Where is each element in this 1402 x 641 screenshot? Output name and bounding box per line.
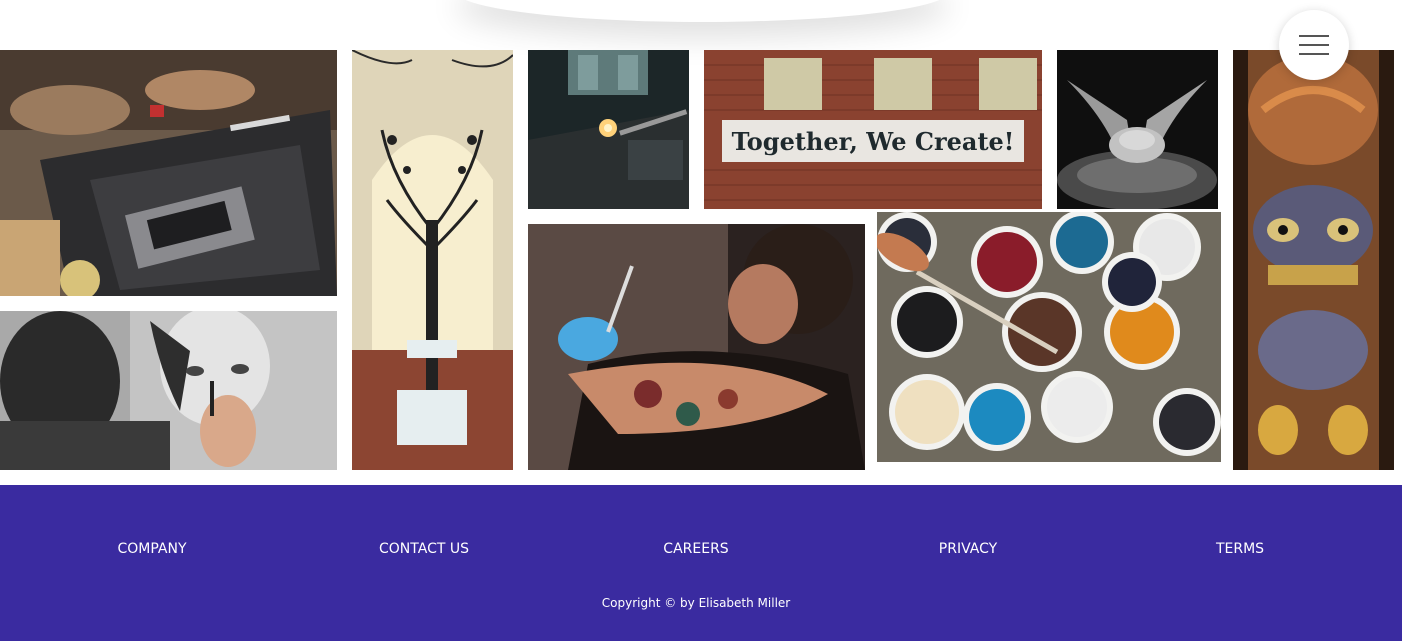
- gallery-image-brick-mural[interactable]: Together, We Create!: [704, 50, 1042, 209]
- copyright-text: Copyright © by Elisabeth Miller: [601, 596, 791, 610]
- gallery-image-pottery[interactable]: [1057, 50, 1218, 209]
- footer-link-company[interactable]: COMPANY: [117, 541, 186, 557]
- footer-link-contact-us[interactable]: CONTACT US: [379, 541, 469, 557]
- torch-work-picture: [528, 50, 689, 209]
- gallery-image-tree-sculpture[interactable]: [352, 50, 513, 470]
- menu-line: [1299, 44, 1329, 46]
- paint-buckets-picture: [877, 212, 1221, 462]
- gallery-image-portrait-drawing[interactable]: [0, 311, 337, 470]
- totem-picture: [1233, 50, 1394, 470]
- gallery-image-totem[interactable]: [1233, 50, 1394, 470]
- gallery-image-torch-work[interactable]: [528, 50, 689, 209]
- gallery-image-tattoo-artist[interactable]: [528, 224, 865, 470]
- footer: COMPANY CONTACT US CAREERS PRIVACY TERMS…: [0, 485, 1402, 641]
- footer-link-privacy[interactable]: PRIVACY: [939, 541, 997, 557]
- gallery-image-paint-buckets[interactable]: [877, 212, 1221, 462]
- tree-sculpture-picture: [352, 50, 513, 470]
- tattoo-artist-picture: [528, 224, 865, 470]
- header-shadow: [455, 0, 950, 22]
- pottery-picture: [1057, 50, 1218, 209]
- menu-line: [1299, 53, 1329, 55]
- gallery-image-spray-art[interactable]: [0, 50, 337, 296]
- menu-line: [1299, 35, 1329, 37]
- hamburger-menu-icon[interactable]: [1279, 10, 1349, 80]
- portrait-drawing-picture: [0, 311, 337, 470]
- footer-link-terms[interactable]: TERMS: [1216, 541, 1264, 557]
- spray-art-picture: [0, 50, 337, 296]
- footer-link-careers[interactable]: CAREERS: [663, 541, 728, 557]
- mural-text: Together, We Create!: [732, 127, 1015, 156]
- brick-mural-picture: Together, We Create!: [704, 50, 1042, 209]
- page: Together, We Create! COMPANY CONTACT US …: [0, 0, 1402, 641]
